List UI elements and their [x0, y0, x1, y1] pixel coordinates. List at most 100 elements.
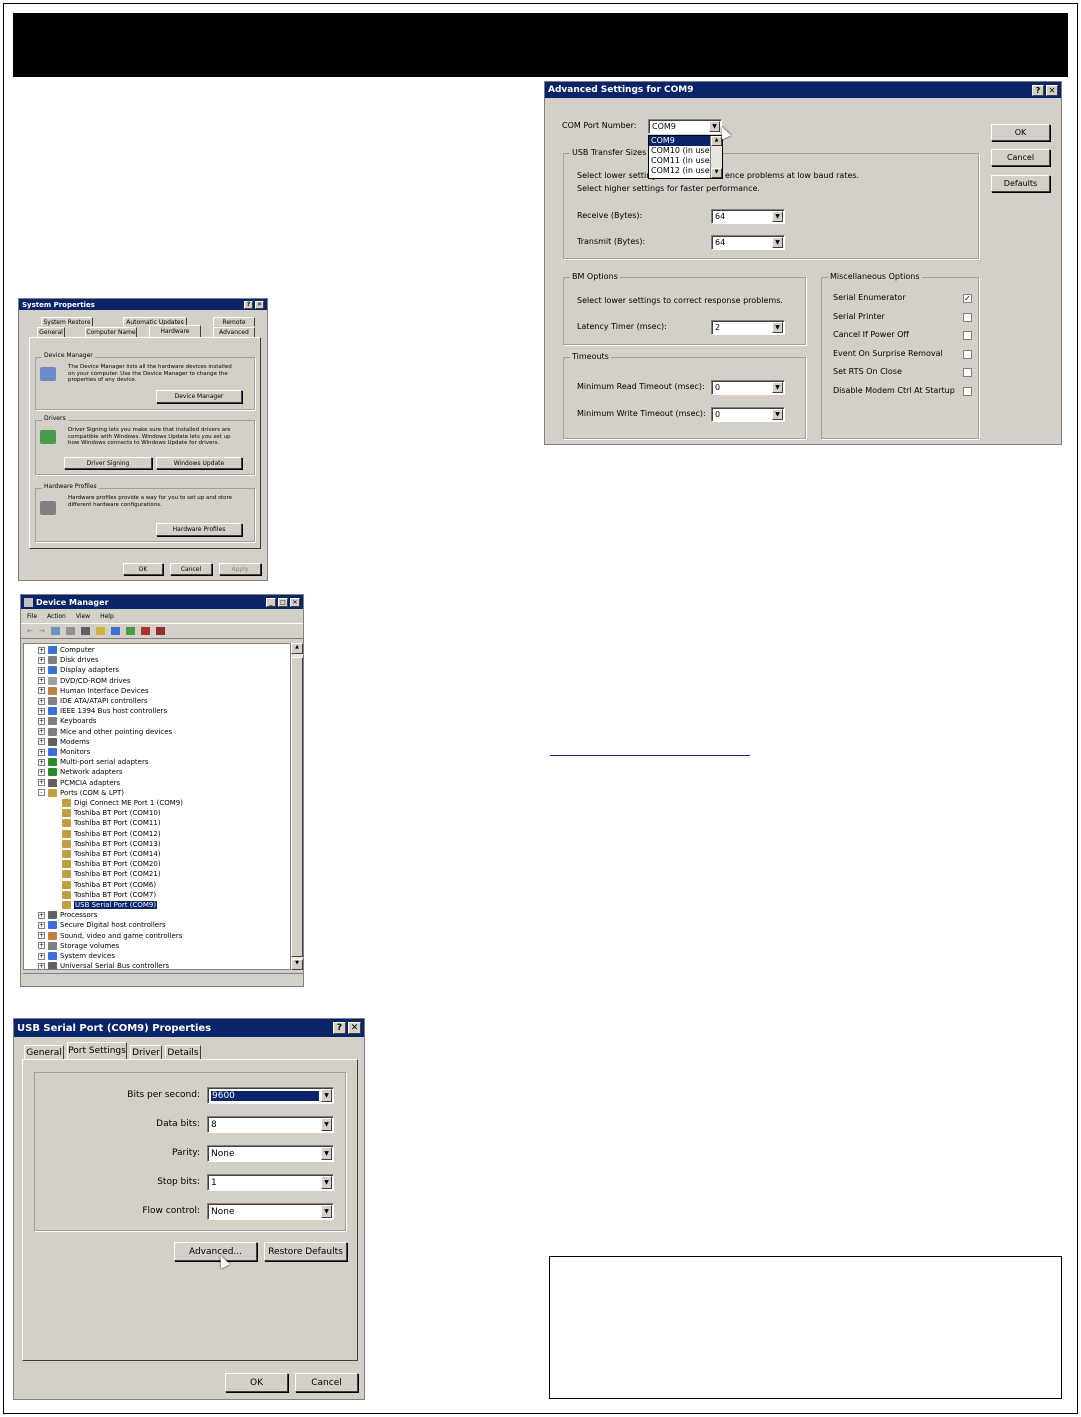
stop-bits-select[interactable]: 1 ▼ [207, 1174, 334, 1191]
chevron-down-icon[interactable]: ▼ [321, 1205, 332, 1218]
expand-icon[interactable]: + [38, 707, 45, 715]
expand-icon[interactable]: + [38, 687, 45, 695]
uninstall-icon[interactable] [140, 627, 150, 635]
scrollbar[interactable]: ▲ ▼ [291, 643, 303, 970]
read-timeout-select[interactable]: 0 ▼ [711, 380, 785, 395]
chevron-down-icon[interactable]: ▼ [772, 237, 783, 248]
expand-icon[interactable]: + [38, 697, 45, 705]
tree-item-display-adapters[interactable]: + Display adapters [38, 665, 119, 675]
chevron-down-icon[interactable]: ▼ [321, 1089, 332, 1102]
chevron-down-icon[interactable]: ▼ [321, 1176, 332, 1189]
tree-item-storage-volumes[interactable]: + Storage volumes [38, 941, 119, 951]
device-manager-button[interactable]: Device Manager [156, 390, 242, 403]
tree-item-computer[interactable]: + Computer [38, 645, 95, 655]
menu-help[interactable]: Help [100, 613, 114, 620]
tree-item-network-adapters[interactable]: + Network adapters [38, 767, 123, 777]
tree-item-secure-digital-host-controllers[interactable]: + Secure Digital host controllers [38, 920, 166, 930]
defaults-button[interactable]: Defaults [991, 175, 1050, 192]
transmit-select[interactable]: 64 ▼ [711, 235, 785, 250]
menu-view[interactable]: View [76, 613, 90, 620]
help-icon[interactable]: ? [333, 1022, 346, 1034]
tree-item-toshiba-bt-port-com10[interactable]: Toshiba BT Port (COM10) [62, 808, 161, 818]
scroll-down-icon[interactable]: ▼ [711, 168, 722, 178]
com-port-dropdown[interactable]: COM9 ▼ [648, 119, 722, 134]
tree-item-human-interface-devices[interactable]: + Human Interface Devices [38, 686, 149, 696]
tree-item-toshiba-bt-port-com14[interactable]: Toshiba BT Port (COM14) [62, 849, 161, 859]
view-icon[interactable] [50, 627, 60, 635]
hyperlink-underline[interactable] [550, 755, 750, 756]
close-icon[interactable]: ✕ [290, 597, 300, 607]
expand-icon[interactable]: + [38, 677, 45, 685]
tab-computer-name[interactable]: Computer Name [85, 327, 137, 337]
expand-icon[interactable]: + [38, 748, 45, 756]
expand-icon[interactable]: + [38, 932, 45, 940]
expand-icon[interactable]: + [38, 758, 45, 766]
cancel-button[interactable]: Cancel [170, 563, 212, 575]
tree-item-usb-serial-port-com9[interactable]: USB Serial Port (COM9) [62, 900, 158, 910]
tab-general[interactable]: General [37, 327, 65, 337]
menu-action[interactable]: Action [47, 613, 66, 620]
tab-hardware[interactable]: Hardware [149, 325, 201, 337]
com-option-com9[interactable]: COM9 [649, 136, 711, 146]
event-on-surprise-removal-checkbox[interactable] [963, 349, 972, 359]
menu-file[interactable]: File [27, 613, 37, 620]
chevron-down-icon[interactable]: ▼ [772, 409, 783, 420]
update-driver-icon[interactable] [125, 627, 135, 635]
tab-driver[interactable]: Driver [130, 1045, 162, 1059]
tree-item-keyboards[interactable]: + Keyboards [38, 716, 97, 726]
write-timeout-select[interactable]: 0 ▼ [711, 407, 785, 422]
scroll-thumb[interactable] [291, 657, 303, 957]
expand-icon[interactable]: + [38, 768, 45, 776]
expand-icon[interactable]: + [38, 666, 45, 674]
tree-item-sound-video-and-game-controllers[interactable]: + Sound, video and game controllers [38, 931, 182, 941]
tab-details[interactable]: Details [165, 1045, 201, 1059]
tree-item-toshiba-bt-port-com13[interactable]: Toshiba BT Port (COM13) [62, 839, 161, 849]
com-option-com12[interactable]: COM12 (in use) [649, 166, 711, 176]
help-icon[interactable] [95, 627, 105, 635]
chevron-down-icon[interactable]: ▼ [772, 322, 783, 333]
chevron-down-icon[interactable]: ▼ [321, 1147, 332, 1160]
back-icon[interactable]: ← [27, 627, 33, 635]
tree-item-dvd-cd-rom-drives[interactable]: + DVD/CD-ROM drives [38, 676, 131, 686]
disable-modem-ctrl-at-startup-checkbox[interactable] [963, 387, 972, 396]
chevron-down-icon[interactable]: ▼ [772, 211, 783, 222]
expand-icon[interactable]: + [38, 952, 45, 960]
expand-icon[interactable]: + [38, 779, 45, 787]
tree-item-toshiba-bt-port-com11[interactable]: Toshiba BT Port (COM11) [62, 818, 161, 828]
tree-item-disk-drives[interactable]: + Disk drives [38, 655, 99, 665]
tree-item-toshiba-bt-port-com12[interactable]: Toshiba BT Port (COM12) [62, 829, 161, 839]
disable-icon[interactable] [155, 627, 165, 635]
forward-icon[interactable]: → [39, 627, 45, 635]
dropdown-scrollbar[interactable]: ▲ ▼ [710, 136, 722, 178]
minimize-icon[interactable]: _ [266, 597, 276, 607]
maximize-icon[interactable]: □ [278, 597, 288, 607]
apply-button[interactable]: Apply [219, 563, 261, 575]
scroll-down-icon[interactable]: ▼ [291, 959, 303, 970]
help-icon[interactable]: ? [1032, 84, 1044, 96]
parity-select[interactable]: None ▼ [207, 1145, 334, 1162]
serial-enumerator-checkbox[interactable]: ✓ [963, 294, 972, 303]
collapse-icon[interactable]: - [38, 789, 45, 797]
tab-remote[interactable]: Remote [213, 317, 255, 326]
close-icon[interactable]: ✕ [1046, 84, 1058, 96]
tree-item-monitors[interactable]: + Monitors [38, 747, 90, 757]
cancel-button[interactable]: Cancel [295, 1373, 358, 1392]
expand-icon[interactable]: + [38, 911, 45, 919]
expand-icon[interactable]: + [38, 738, 45, 746]
flow-control-select[interactable]: None ▼ [207, 1203, 334, 1220]
tab-general[interactable]: General [24, 1045, 64, 1059]
cancel-button[interactable]: Cancel [991, 149, 1050, 166]
cancel-if-power-off-checkbox[interactable] [963, 331, 972, 341]
tree-item-mice-and-other-pointing-devices[interactable]: + Mice and other pointing devices [38, 727, 172, 737]
expand-icon[interactable]: + [38, 962, 45, 969]
bits-per-second-select[interactable]: 9600 ▼ [207, 1087, 334, 1104]
tree-item-system-devices[interactable]: + System devices [38, 951, 115, 961]
set-rts-on-close-checkbox[interactable] [963, 368, 972, 378]
tree-item-digi-connect-me-port-1-com9[interactable]: Digi Connect ME Port 1 (COM9) [62, 798, 183, 808]
com-port-dropdown-list[interactable]: COM9 COM10 (in use) COM11 (in use) COM12… [648, 135, 723, 179]
expand-icon[interactable]: + [38, 942, 45, 950]
tree-item-toshiba-bt-port-com21[interactable]: Toshiba BT Port (COM21) [62, 869, 161, 879]
tab-advanced[interactable]: Advanced [213, 327, 255, 337]
tree-item-modems[interactable]: + Modems [38, 737, 90, 747]
expand-icon[interactable]: + [38, 921, 45, 929]
